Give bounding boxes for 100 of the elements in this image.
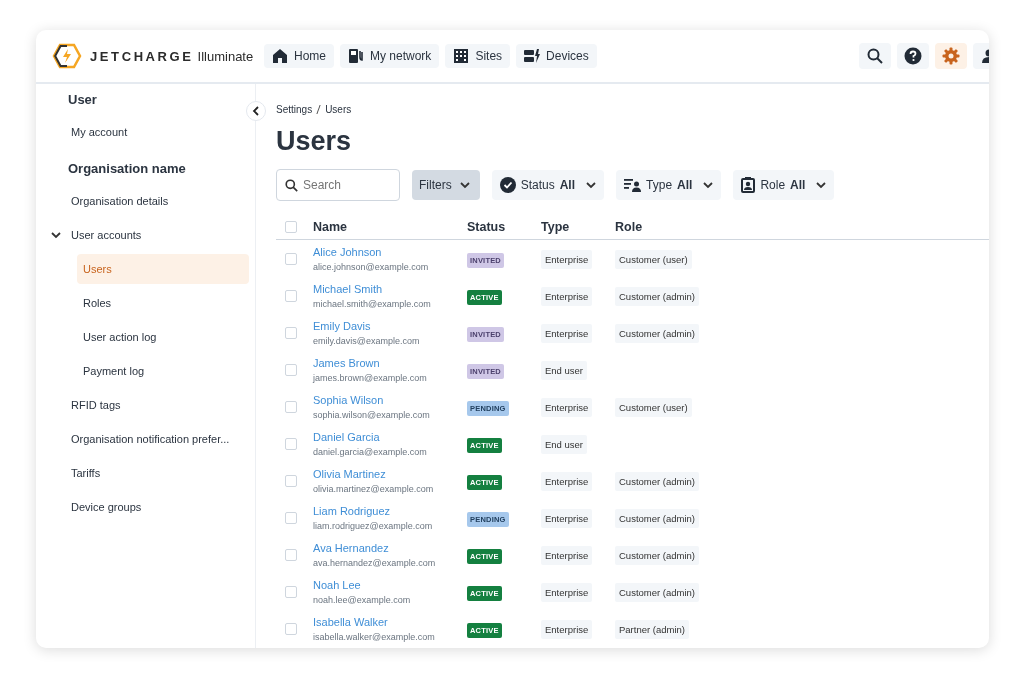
breadcrumb-link[interactable]: Users [325,104,352,115]
row-checkbox[interactable] [285,437,297,450]
row-checkbox[interactable] [285,474,297,487]
role-tag: Customer (admin) [615,286,700,306]
user-name-link[interactable]: Daniel Garcia [313,430,467,443]
row-checkbox[interactable] [285,622,297,635]
type-tag: Enterprise [541,249,593,269]
hexagon-bolt-logo-icon [52,43,82,69]
user-email: olivia.martinez@example.com [313,483,435,494]
role-tag: Customer (admin) [615,582,700,602]
sidebar-item[interactable]: Tariffs [36,458,249,488]
row-checkbox[interactable] [285,585,297,598]
user-email: ava.hernandez@example.com [313,557,437,568]
search-button[interactable] [859,43,891,69]
user-email: alice.johnson@example.com [313,261,430,272]
user-name-link[interactable]: Olivia Martinez [313,467,467,480]
chevron-icon [586,181,597,189]
user-name-link[interactable]: Alice Johnson [313,245,467,258]
user-name-link[interactable]: Noah Lee [313,578,467,591]
sidebar-heading: User [67,92,98,107]
page-title: Users [276,126,353,157]
row-checkbox[interactable] [285,289,297,302]
sidebar-item[interactable]: RFID tags [36,390,249,420]
server-bolt-icon [524,48,541,64]
column-header: Type [541,220,571,234]
user-name-link[interactable]: James Brown [313,356,467,369]
user-email: sophia.wilson@example.com [313,409,431,420]
sidebar-heading: Organisation name [67,161,187,176]
settings-button[interactable] [935,43,967,69]
row-checkbox[interactable] [285,363,297,376]
type-tag: Enterprise [541,471,593,491]
role-tag: Customer (admin) [615,323,700,343]
product-name: Illuminate [197,48,254,64]
chevron-icon [816,181,827,189]
help-button[interactable] [897,43,929,69]
user-name-link[interactable]: Sophia Wilson [313,393,467,406]
search-field[interactable]: Search [276,169,400,201]
nav-button[interactable]: Devices [516,44,597,68]
type-tag: Enterprise [541,582,593,602]
user-email: isabella.walker@example.com [313,631,436,642]
type-tag: Enterprise [541,323,593,343]
collapse-button[interactable] [246,101,266,121]
list-person-icon [624,178,642,192]
filter-dropdown[interactable]: Type All [616,170,722,200]
filter-dropdown[interactable]: Role All [733,170,835,200]
type-tag: Enterprise [541,397,593,417]
user-name-link[interactable]: Isabella Walker [313,615,467,628]
filter-dropdown[interactable]: Status All [491,170,605,200]
role-tag: Partner (admin) [615,619,689,639]
type-tag: End user [541,360,588,380]
row-checkbox[interactable] [285,326,297,339]
column-header: Name [313,220,349,234]
search-icon [867,48,883,64]
help-icon [904,47,922,65]
sidebar-item[interactable]: User action log [77,322,249,352]
row-checkbox[interactable] [285,400,297,413]
user-name-link[interactable]: Ava Hernandez [313,541,467,554]
building-icon [453,48,470,64]
row-checkbox[interactable] [285,252,297,265]
row-checkbox[interactable] [285,511,297,524]
sidebar-item[interactable]: Roles [77,288,249,318]
user-email: liam.rodriguez@example.com [313,520,434,531]
role-tag: Customer (admin) [615,508,700,528]
user-name-link[interactable]: Michael Smith [313,282,467,295]
role-tag: Customer (admin) [615,545,700,565]
type-tag: Enterprise [541,508,593,528]
row-checkbox[interactable] [285,548,297,561]
sidebar-item[interactable]: Users [77,254,249,284]
nav-button[interactable]: Home [264,44,334,68]
filters-button[interactable]: Filters [412,170,480,200]
column-header: Role [615,220,644,234]
user-name-link[interactable]: Liam Rodriguez [313,504,467,517]
user-email: daniel.garcia@example.com [313,446,428,457]
chevron-icon [252,106,260,116]
type-tag: Enterprise [541,619,593,639]
brand-name: JETCHARGE [90,48,194,64]
sidebar-item[interactable]: Organisation notification prefer... [36,424,249,454]
nav-button[interactable]: Sites [445,44,511,68]
type-tag: Enterprise [541,545,593,565]
role-tag: Customer (admin) [615,471,700,491]
badge-icon [741,177,756,193]
select-all-checkbox[interactable] [285,221,297,233]
sidebar-item[interactable]: Organisation details [36,186,249,216]
sidebar-item[interactable]: Payment log [77,356,249,386]
nav-button[interactable]: My network [340,44,440,68]
sidebar-item[interactable]: Device groups [36,492,249,522]
column-header: Status [467,220,507,234]
charger-icon [348,48,364,64]
user-name-link[interactable]: Emily Davis [313,319,467,332]
user-email: james.brown@example.com [313,372,428,383]
role-tag: Customer (user) [615,249,692,269]
settings-icon [942,47,960,65]
check-circle-icon [499,177,516,193]
user-email: noah.lee@example.com [313,594,412,605]
chevron-icon [459,181,470,189]
house-icon [272,48,288,64]
breadcrumb-link[interactable]: Settings [276,104,313,115]
sidebar-item[interactable]: User accounts [36,220,249,250]
user-email: emily.davis@example.com [313,335,421,346]
sidebar-item[interactable]: My account [36,117,249,147]
